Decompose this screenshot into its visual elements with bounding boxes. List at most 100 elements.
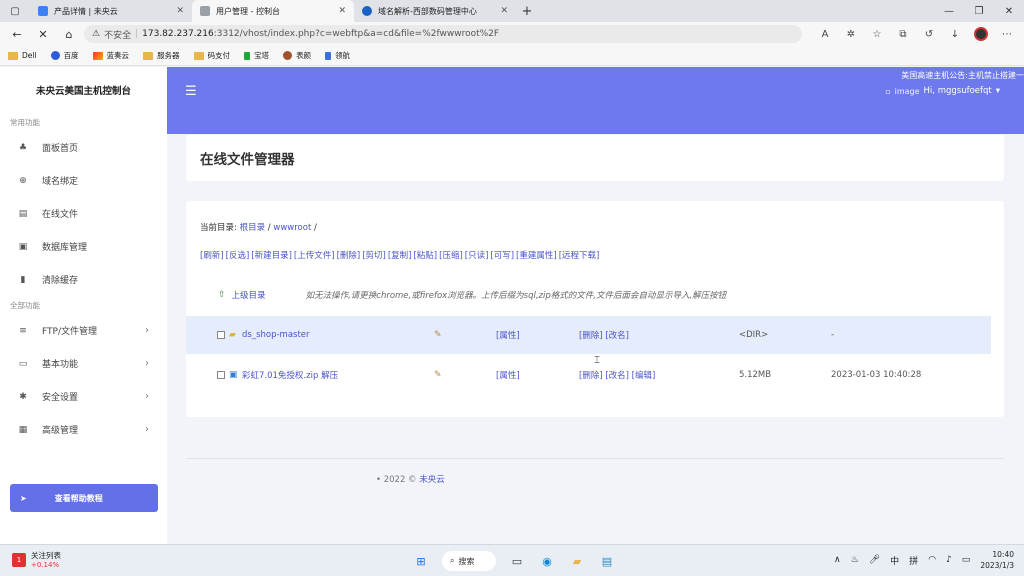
help-button-label: 查看帮助教程: [54, 493, 103, 503]
paste-link[interactable]: [粘贴]: [413, 249, 437, 261]
sidebar-item-label: 高级管理: [42, 426, 79, 436]
readonly-link[interactable]: [只读]: [465, 249, 489, 261]
edge-icon[interactable]: ◉: [538, 552, 556, 570]
volume-icon[interactable]: ♪: [946, 555, 952, 565]
more-icon[interactable]: ⋯: [996, 29, 1018, 40]
sidebar-item-security[interactable]: ✱ 安全设置 ›: [0, 380, 167, 413]
section-common-title: 常用功能: [10, 117, 40, 127]
ime-language[interactable]: 中: [890, 554, 899, 567]
new-folder-link[interactable]: [新建目录]: [251, 249, 292, 261]
stock-widget[interactable]: 1 关注列表 +0.14%: [12, 550, 61, 569]
upload-file-link[interactable]: [上传文件]: [294, 249, 335, 261]
invert-selection-link[interactable]: [反选]: [226, 249, 250, 261]
parent-dir-link[interactable]: 上级目录: [232, 289, 266, 301]
wifi-icon[interactable]: ◠: [928, 555, 936, 565]
file-icon: ▤: [18, 208, 28, 219]
edit-pencil-icon[interactable]: ✎: [434, 330, 496, 340]
task-view-icon[interactable]: ▭: [508, 552, 526, 570]
file-ops-links[interactable]: [删除] [改名]: [579, 329, 739, 341]
compress-link[interactable]: [压缩]: [439, 249, 463, 261]
tab-title: 用户管理 - 控制台: [216, 6, 280, 16]
collections-icon[interactable]: ⧉: [892, 29, 914, 40]
ime-mode[interactable]: 拼: [909, 554, 918, 567]
attributes-link[interactable]: [属性]: [496, 329, 579, 341]
profile-icon[interactable]: [970, 27, 992, 41]
sidebar-item-domain[interactable]: ⊕ 域名绑定: [0, 164, 167, 197]
row-checkbox[interactable]: [217, 331, 225, 339]
close-icon[interactable]: ✕: [338, 6, 346, 16]
battery-icon[interactable]: ▭: [962, 555, 971, 565]
file-ops-links[interactable]: [删除] [改名] [编辑]: [579, 369, 739, 381]
extension-icon[interactable]: ✲: [840, 29, 862, 40]
edit-pencil-icon[interactable]: ✎: [434, 370, 496, 380]
browser-tab-1[interactable]: 产品详情 | 未央云 ✕: [30, 0, 192, 22]
history-icon[interactable]: ↺: [918, 29, 940, 40]
bookmark-bt[interactable]: 宝塔: [244, 50, 269, 61]
sidebar-item-dashboard[interactable]: ♣ 面板首页: [0, 131, 167, 164]
sidebar-item-basic[interactable]: ▭ 基本功能 ›: [0, 347, 167, 380]
hamburger-menu-icon[interactable]: ☰: [185, 84, 197, 99]
browser-tab-2[interactable]: 用户管理 - 控制台 ✕: [192, 0, 354, 22]
close-icon[interactable]: ✕: [176, 6, 184, 16]
steam-icon[interactable]: ♨: [851, 555, 859, 565]
close-icon[interactable]: ✕: [500, 6, 508, 16]
clock[interactable]: 10:40 2023/1/3: [980, 549, 1014, 571]
bookmark-server[interactable]: 服务器: [143, 50, 180, 61]
windows-start-icon[interactable]: ⊞: [412, 552, 430, 570]
footer-brand-link[interactable]: 未央云: [419, 475, 445, 485]
stop-icon[interactable]: ✕: [32, 24, 54, 44]
rebuild-attr-link[interactable]: [重建属性]: [516, 249, 557, 261]
current-dir-label: 当前目录:: [200, 223, 237, 233]
folder-icon: [193, 51, 204, 60]
bookmark-biaoyan[interactable]: 表颜: [283, 50, 311, 61]
close-window-icon[interactable]: ✕: [994, 0, 1024, 22]
file-name[interactable]: ds_shop-master: [239, 330, 434, 340]
sidebar-item-database[interactable]: ▣ 数据库管理: [0, 230, 167, 263]
bookmark-dell[interactable]: Dell: [8, 51, 37, 60]
chevron-up-icon[interactable]: ∧: [834, 555, 841, 565]
bookmark-lanzou[interactable]: 蓝奏云: [92, 50, 129, 61]
read-aloud-icon[interactable]: A: [814, 29, 836, 40]
sidebar-item-advanced[interactable]: ▦ 高级管理 ›: [0, 413, 167, 446]
tab-actions-icon[interactable]: ▢: [0, 0, 30, 22]
sidebar-item-ftp[interactable]: ≡ FTP/文件管理 ›: [0, 314, 167, 347]
favorites-icon[interactable]: ☆: [866, 29, 888, 40]
delete-link[interactable]: [删除]: [337, 249, 361, 261]
restore-icon[interactable]: ❐: [964, 0, 994, 22]
refresh-link[interactable]: [刷新]: [200, 249, 224, 261]
copy-link[interactable]: [复制]: [388, 249, 412, 261]
remote-download-link[interactable]: [远程下载]: [559, 249, 600, 261]
row-checkbox[interactable]: [217, 371, 225, 379]
browser-tab-3[interactable]: 域名解析-西部数码管理中心 ✕: [354, 0, 516, 22]
url-host: 173.82.237.216: [142, 29, 214, 39]
notepad-icon[interactable]: ▤: [598, 552, 616, 570]
attributes-link[interactable]: [属性]: [496, 369, 579, 381]
sidebar-item-files[interactable]: ▤ 在线文件: [0, 197, 167, 230]
cut-link[interactable]: [剪切]: [362, 249, 386, 261]
file-name[interactable]: 彩虹7.01免授权.zip 解压: [239, 369, 434, 381]
back-icon[interactable]: ←: [6, 24, 28, 44]
file-name-text: 彩虹7.01免授权.zip: [242, 371, 319, 381]
help-tutorial-button[interactable]: ➤ 查看帮助教程: [10, 484, 158, 512]
bookmark-pay[interactable]: 码支付: [193, 50, 230, 61]
user-menu[interactable]: ▫ image Hi, mggsufoefqt ▾: [885, 86, 1000, 96]
window-controls: — ❐ ✕: [934, 0, 1024, 22]
download-icon[interactable]: ↓: [944, 29, 966, 40]
unzip-link[interactable]: 解压: [321, 371, 338, 381]
breadcrumb-root-link[interactable]: 根目录: [240, 223, 266, 233]
file-size: <DIR>: [739, 330, 769, 340]
bookmark-baidu[interactable]: 百度: [50, 50, 79, 61]
minimize-icon[interactable]: —: [934, 0, 964, 22]
chevron-right-icon: ›: [145, 391, 149, 402]
microphone-icon[interactable]: 🎤︎: [869, 555, 880, 565]
taskbar-search[interactable]: ⌕ 搜索: [442, 551, 496, 571]
url-field[interactable]: ⚠ 不安全 | 173.82.237.216:3312/vhost/index.…: [84, 25, 802, 43]
bookmark-linghang[interactable]: 领航: [325, 50, 350, 61]
chevron-right-icon: ›: [145, 424, 149, 435]
new-tab-button[interactable]: +: [516, 0, 538, 22]
breadcrumb-wwwroot-link[interactable]: wwwroot: [273, 223, 311, 233]
writable-link[interactable]: [可写]: [490, 249, 514, 261]
home-icon[interactable]: ⌂: [58, 24, 80, 44]
file-explorer-icon[interactable]: ▰: [568, 552, 586, 570]
sidebar-item-cache[interactable]: ▮ 清除缓存: [0, 263, 167, 296]
